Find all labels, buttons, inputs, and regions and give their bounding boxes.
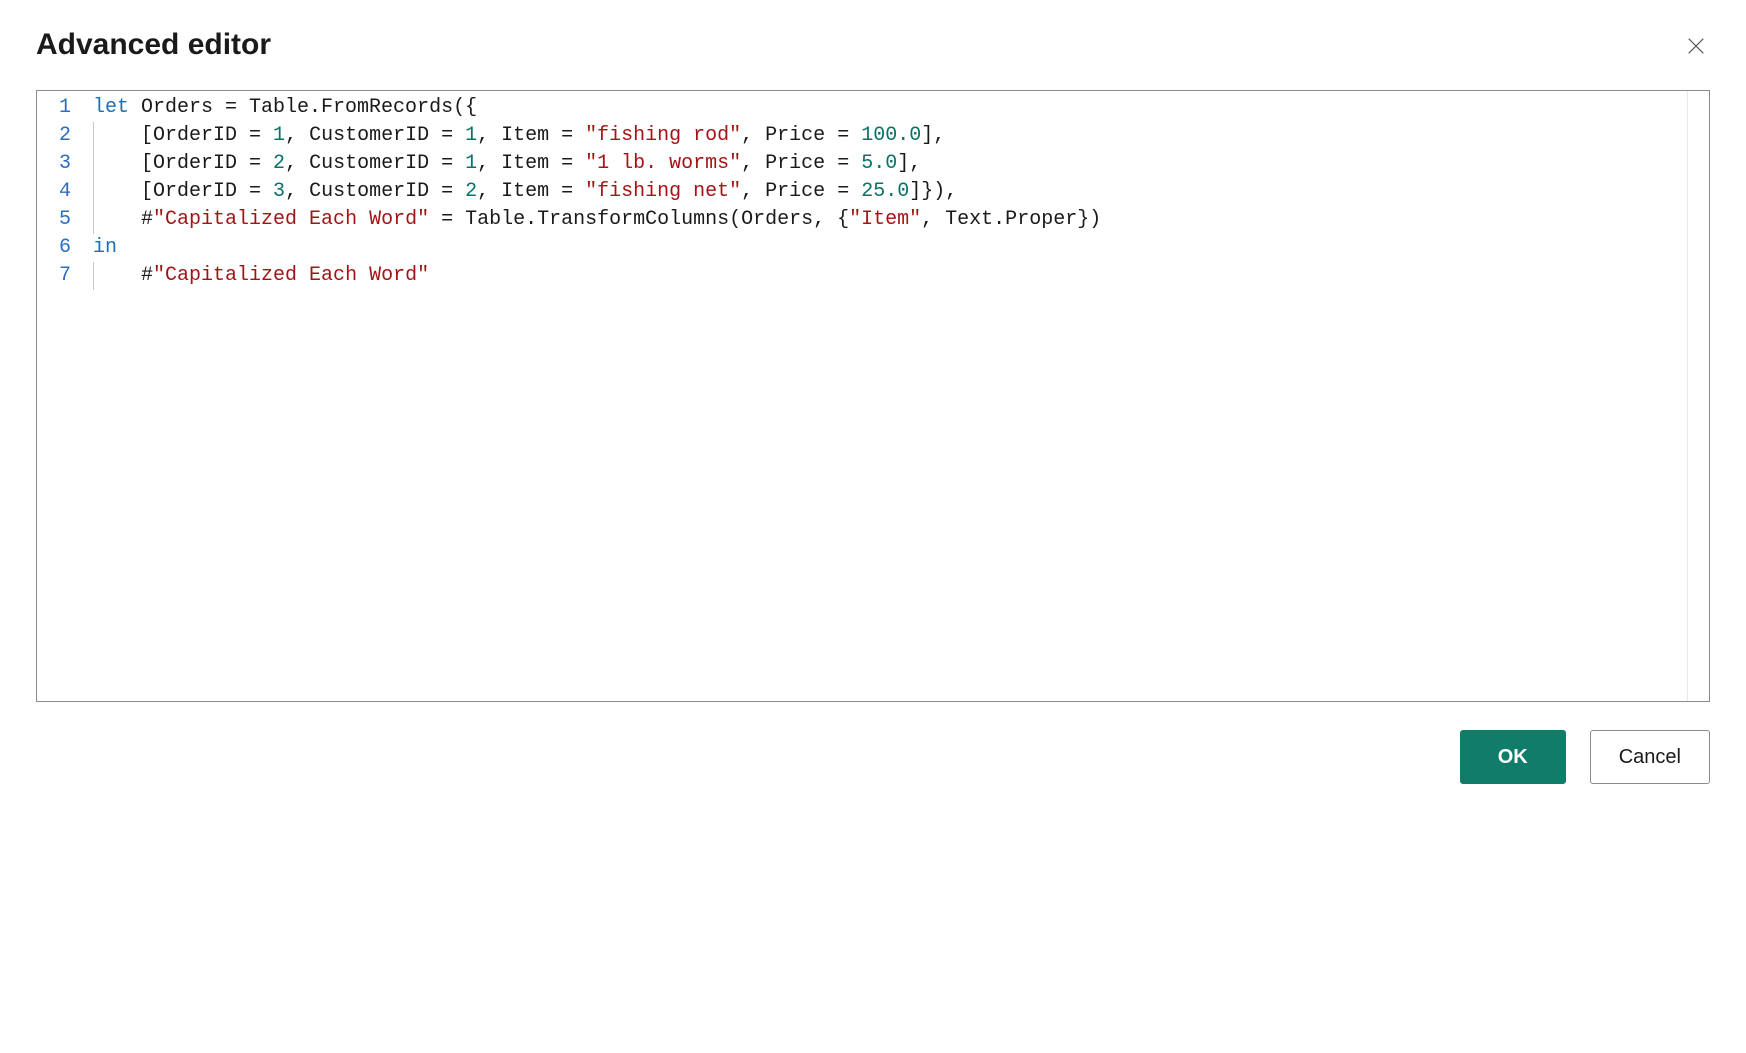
code-line: [OrderID = 2, CustomerID = 1, Item = "1 … [93, 150, 1709, 178]
code-line: #"Capitalized Each Word" [93, 262, 1709, 290]
ok-button[interactable]: OK [1460, 730, 1566, 784]
line-number: 7 [37, 262, 93, 290]
scrollbar-vertical[interactable] [1687, 91, 1709, 701]
dialog-title: Advanced editor [36, 28, 271, 62]
line-number: 6 [37, 234, 93, 262]
code-line: #"Capitalized Each Word" = Table.Transfo… [93, 206, 1709, 234]
line-number: 4 [37, 178, 93, 206]
dialog-header: Advanced editor [36, 28, 1710, 62]
line-number: 2 [37, 122, 93, 150]
line-number: 1 [37, 94, 93, 122]
line-number-gutter: 1234567 [37, 91, 93, 701]
code-area[interactable]: let Orders = Table.FromRecords({ [OrderI… [93, 91, 1709, 701]
line-number: 3 [37, 150, 93, 178]
code-line: in [93, 234, 1709, 262]
dialog-footer: OK Cancel [36, 730, 1710, 784]
code-line: [OrderID = 1, CustomerID = 1, Item = "fi… [93, 122, 1709, 150]
close-button[interactable] [1682, 32, 1710, 60]
close-icon [1685, 35, 1707, 57]
code-editor[interactable]: 1234567 let Orders = Table.FromRecords({… [36, 90, 1710, 702]
code-line: [OrderID = 3, CustomerID = 2, Item = "fi… [93, 178, 1709, 206]
line-number: 5 [37, 206, 93, 234]
code-line: let Orders = Table.FromRecords({ [93, 94, 1709, 122]
cancel-button[interactable]: Cancel [1590, 730, 1710, 784]
